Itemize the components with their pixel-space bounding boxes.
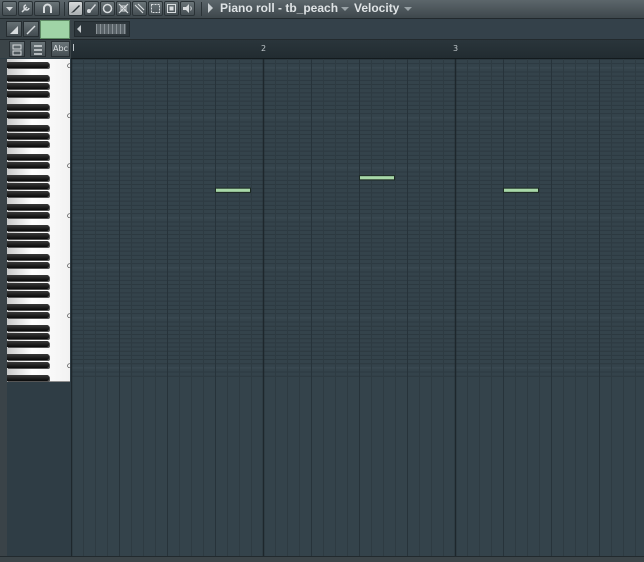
event-area bbox=[130, 19, 644, 39]
title-dropdown-icon[interactable] bbox=[341, 7, 349, 11]
black-key[interactable] bbox=[7, 212, 49, 219]
black-key[interactable] bbox=[7, 312, 49, 319]
bar-number-label: 2 bbox=[261, 44, 267, 53]
toolbar: Piano roll - tb_peach Velocity bbox=[0, 0, 644, 19]
black-key[interactable] bbox=[7, 333, 49, 340]
horizontal-scrollbar[interactable] bbox=[74, 21, 130, 37]
stamp-icon[interactable] bbox=[6, 21, 22, 37]
split-view-icon[interactable] bbox=[9, 41, 25, 57]
secondary-toolbar bbox=[0, 19, 644, 40]
black-key[interactable] bbox=[7, 353, 49, 360]
black-key[interactable] bbox=[7, 83, 49, 89]
black-key[interactable] bbox=[7, 303, 49, 310]
black-key[interactable] bbox=[7, 174, 49, 181]
note-grid-canvas[interactable] bbox=[70, 59, 644, 556]
list-view-icon[interactable] bbox=[30, 41, 46, 57]
velocity-dropdown-icon[interactable] bbox=[404, 7, 412, 11]
black-key[interactable] bbox=[7, 74, 49, 81]
timeline-ruler[interactable]: 23 bbox=[71, 40, 644, 59]
black-key[interactable] bbox=[7, 183, 49, 189]
piano-keyboard[interactable]: C8C7C6C5C4C3C2 bbox=[7, 59, 71, 556]
menu-arrow-icon[interactable] bbox=[2, 1, 17, 16]
scroll-left-icon[interactable] bbox=[77, 25, 81, 33]
black-key[interactable] bbox=[7, 112, 49, 119]
black-key[interactable] bbox=[7, 341, 49, 348]
black-key[interactable] bbox=[7, 283, 49, 290]
black-key[interactable] bbox=[7, 141, 49, 148]
piano-roll-window: Piano roll - tb_peach Velocity Abc 23 C … bbox=[0, 0, 644, 562]
black-key[interactable] bbox=[7, 241, 49, 248]
black-key[interactable] bbox=[7, 274, 49, 281]
target-control-dropdown[interactable]: Velocity bbox=[354, 1, 399, 15]
black-key[interactable] bbox=[7, 262, 49, 269]
black-key[interactable] bbox=[7, 124, 49, 131]
line-tool-icon[interactable] bbox=[23, 21, 39, 37]
magnet-icon[interactable] bbox=[34, 1, 60, 16]
bar-number-label: 3 bbox=[453, 44, 459, 53]
black-key[interactable] bbox=[7, 153, 49, 160]
bottom-scrollbar[interactable] bbox=[0, 556, 644, 562]
wrench-icon[interactable] bbox=[18, 1, 33, 16]
view-options: Abc bbox=[0, 40, 71, 58]
black-key[interactable] bbox=[7, 203, 49, 210]
mute-icon[interactable] bbox=[116, 1, 131, 16]
note-names-icon[interactable]: Abc bbox=[51, 41, 70, 57]
speaker-icon[interactable] bbox=[180, 1, 195, 16]
note[interactable] bbox=[503, 187, 539, 193]
black-key[interactable] bbox=[7, 62, 49, 69]
scrollbar-thumb[interactable] bbox=[95, 23, 127, 35]
black-key[interactable] bbox=[7, 291, 49, 298]
black-key[interactable] bbox=[7, 162, 49, 169]
slice-icon[interactable] bbox=[132, 1, 147, 16]
black-key[interactable] bbox=[7, 233, 49, 239]
color-swatch[interactable] bbox=[40, 20, 70, 39]
window-title: Piano roll - tb_peach bbox=[220, 1, 339, 15]
pencil-icon[interactable] bbox=[68, 1, 83, 16]
black-key[interactable] bbox=[7, 191, 49, 198]
select-icon[interactable] bbox=[148, 1, 163, 16]
black-key[interactable] bbox=[7, 133, 49, 139]
note[interactable] bbox=[359, 175, 395, 181]
note[interactable] bbox=[215, 187, 251, 193]
black-key[interactable] bbox=[7, 362, 49, 369]
black-key[interactable] bbox=[7, 324, 49, 331]
zoom-icon[interactable] bbox=[164, 1, 179, 16]
black-key[interactable] bbox=[7, 253, 49, 260]
keyboard-edge bbox=[0, 59, 7, 556]
title-arrow-icon[interactable] bbox=[208, 3, 213, 13]
black-key[interactable] bbox=[7, 91, 49, 98]
delete-icon[interactable] bbox=[100, 1, 115, 16]
paint-brush-icon[interactable] bbox=[84, 1, 99, 16]
bar-1-marker bbox=[73, 44, 74, 51]
black-key[interactable] bbox=[7, 224, 49, 231]
black-key[interactable] bbox=[7, 374, 49, 381]
black-key[interactable] bbox=[7, 103, 49, 110]
note-grid[interactable] bbox=[70, 59, 644, 556]
